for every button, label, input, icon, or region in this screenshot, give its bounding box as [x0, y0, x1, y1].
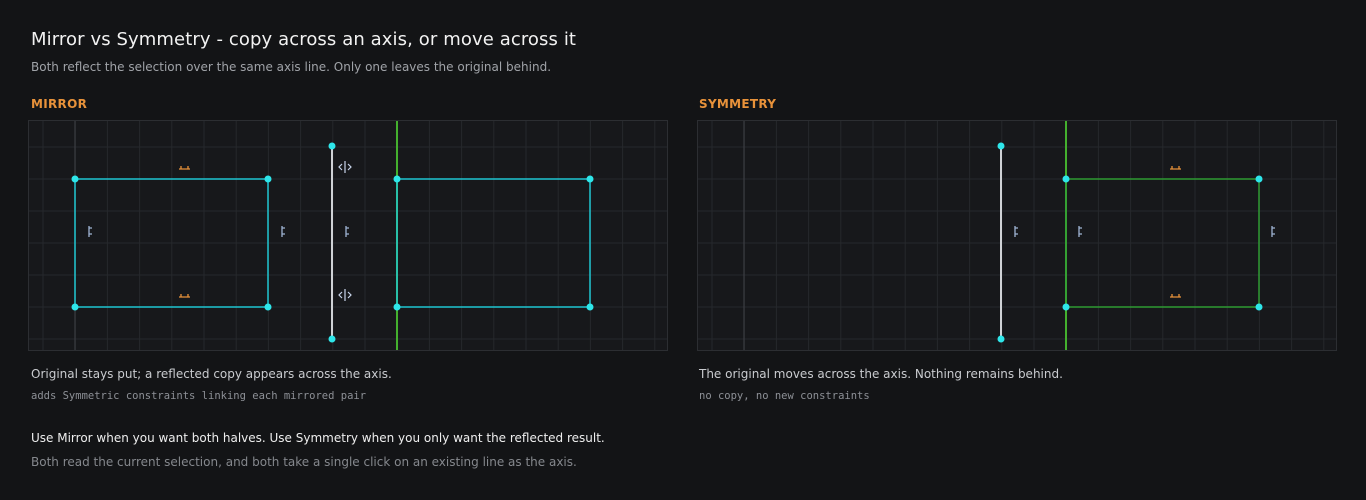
- symmetric-constraint-icon: [338, 289, 352, 301]
- usage-note: Both read the current selection, and bot…: [31, 455, 577, 469]
- page-subtitle: Both reflect the selection over the same…: [31, 60, 552, 74]
- grid-lines: [698, 121, 1336, 350]
- symmetry-description: The original moves across the axis. Noth…: [699, 367, 1063, 381]
- symmetry-heading: SYMMETRY: [699, 97, 777, 111]
- point[interactable]: [328, 335, 336, 343]
- horizontal-constraint-icon: [1170, 294, 1181, 298]
- mirror-note: adds Symmetric constraints linking each …: [31, 390, 367, 402]
- point[interactable]: [1255, 175, 1263, 183]
- horizontal-constraint-icon: [179, 294, 190, 298]
- point[interactable]: [586, 175, 594, 183]
- symmetric-constraint-icon: [338, 161, 352, 173]
- vertical-constraint-icon: [88, 226, 92, 237]
- point[interactable]: [997, 335, 1005, 343]
- horizontal-constraint-icon: [179, 166, 190, 170]
- horizontal-constraint-icon: [1170, 166, 1181, 170]
- point[interactable]: [393, 175, 401, 183]
- point[interactable]: [264, 175, 272, 183]
- point[interactable]: [586, 303, 594, 311]
- vertical-constraint-icon: [1078, 226, 1082, 237]
- point[interactable]: [1062, 175, 1070, 183]
- vertical-constraint-icon: [1271, 226, 1275, 237]
- usage-guidance: Use Mirror when you want both halves. Us…: [31, 431, 605, 445]
- symmetry-diagram: [698, 121, 1336, 350]
- point[interactable]: [328, 142, 336, 150]
- vertical-constraint-icon: [1014, 226, 1018, 237]
- point[interactable]: [997, 142, 1005, 150]
- point[interactable]: [71, 303, 79, 311]
- point[interactable]: [71, 175, 79, 183]
- page-title: Mirror vs Symmetry - copy across an axis…: [31, 29, 577, 50]
- vertical-constraint-icon: [281, 226, 285, 237]
- mirror-heading: MIRROR: [31, 97, 88, 111]
- point[interactable]: [264, 303, 272, 311]
- symmetry-note: no copy, no new constraints: [699, 390, 870, 402]
- mirror-diagram: [29, 121, 667, 350]
- point[interactable]: [1255, 303, 1263, 311]
- mirror-canvas[interactable]: [28, 120, 668, 351]
- vertical-constraint-icon: [345, 226, 349, 237]
- grid-lines: [29, 121, 667, 350]
- point[interactable]: [1062, 303, 1070, 311]
- point[interactable]: [393, 303, 401, 311]
- symmetry-canvas[interactable]: [697, 120, 1337, 351]
- mirror-description: Original stays put; a reflected copy app…: [31, 367, 392, 381]
